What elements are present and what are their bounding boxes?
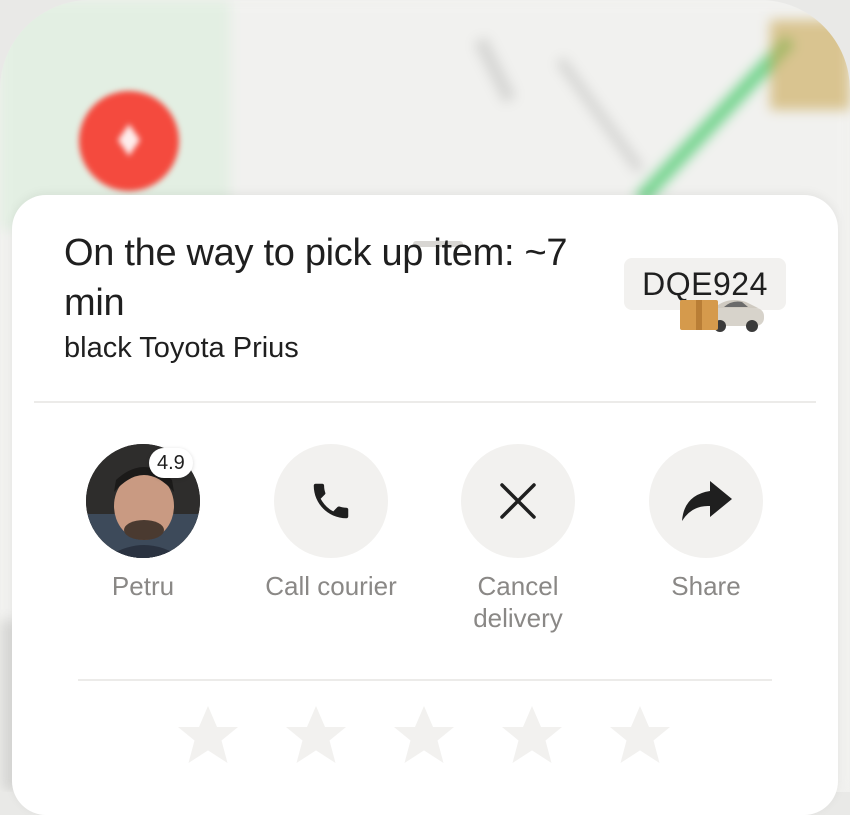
star-5-icon[interactable]: [604, 700, 676, 772]
phone-icon: [313, 483, 349, 519]
close-icon: [500, 483, 536, 519]
divider: [78, 679, 772, 681]
divider: [34, 401, 816, 403]
cancel-delivery-label: Cancel delivery: [473, 571, 563, 633]
status-title: On the way to pick up item: ~7 min: [64, 232, 568, 324]
destination-pin-icon[interactable]: [76, 88, 182, 194]
share-button[interactable]: Share: [616, 444, 796, 602]
car-with-parcel-icon: [680, 300, 764, 332]
courier-profile-button[interactable]: Petru: [53, 444, 233, 602]
share-label: Share: [671, 571, 741, 601]
star-3-icon[interactable]: [388, 700, 460, 772]
cancel-delivery-button[interactable]: Cancel delivery: [428, 444, 608, 634]
rating-stars: [172, 700, 676, 772]
star-2-icon[interactable]: [280, 700, 352, 772]
share-circle[interactable]: [649, 444, 763, 558]
cancel-delivery-circle[interactable]: [461, 444, 575, 558]
courier-rating-badge: 4.9: [149, 448, 193, 478]
share-arrow-icon: [682, 481, 732, 521]
star-1-icon[interactable]: [172, 700, 244, 772]
call-courier-button[interactable]: Call courier: [241, 444, 421, 602]
star-4-icon[interactable]: [496, 700, 568, 772]
courier-name: Petru: [111, 571, 175, 601]
call-courier-label: Call courier: [265, 571, 397, 601]
call-courier-circle[interactable]: [274, 444, 388, 558]
vehicle-description: black Toyota Prius: [64, 332, 299, 364]
